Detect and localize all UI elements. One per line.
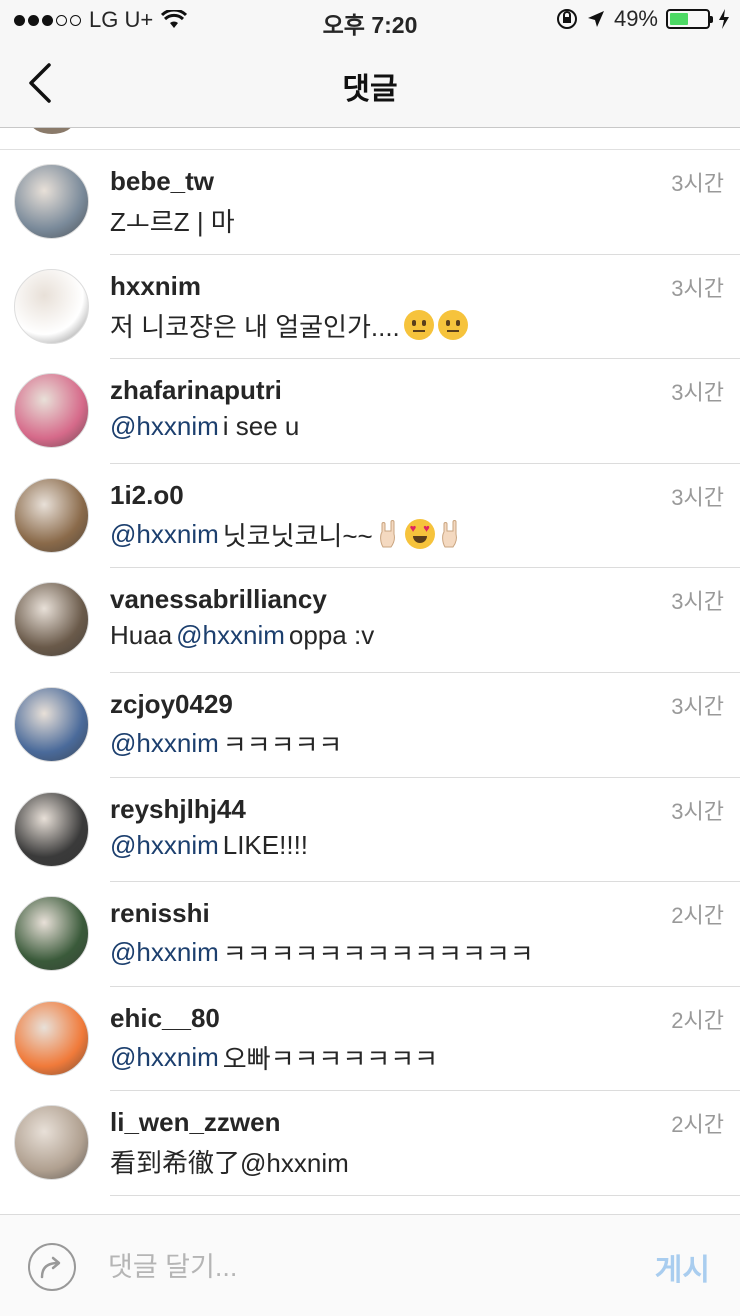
mention-link[interactable]: @hxxnim (110, 1042, 219, 1073)
comment-row[interactable]: bebe_tw 3시간 Zㅗ르Z | 마 (0, 150, 740, 255)
comment-row[interactable]: renisshi 2시간 @hxxnim ㅋㅋㅋㅋㅋㅋㅋㅋㅋㅋㅋㅋㅋ (0, 882, 740, 987)
comment-username[interactable]: bebe_tw (110, 166, 214, 197)
comment-username[interactable]: zcjoy0429 (110, 689, 233, 720)
comment-row[interactable]: vanessabrilliancy 3시간 Huaa @hxxnim oppa :v (0, 568, 740, 673)
comment-username[interactable]: 1i2.o0 (110, 480, 184, 511)
reply-arrow-icon (40, 1256, 61, 1279)
comment-text: 저 니코쟝은 내 얼굴인가.... (110, 307, 468, 344)
avatar[interactable] (14, 1000, 89, 1076)
comment-body: LIKE!!!! (222, 829, 309, 860)
comment-time: 3시간 (671, 380, 724, 406)
comment-body: ㅋㅋㅋㅋㅋ (222, 729, 343, 760)
comment-text: 看到希徹了@hxxnim (110, 1143, 349, 1180)
comment-row[interactable]: zhafarinaputri 3시간 @hxxnim i see u (0, 359, 740, 464)
comment-body: 오빠ㅋㅋㅋㅋㅋㅋㅋ (222, 1043, 439, 1074)
comment-time: 2시간 (671, 1112, 724, 1138)
comment-text: @hxxnim ㅋㅋㅋㅋㅋ (110, 725, 342, 762)
comment-time: 3시간 (671, 693, 724, 719)
row-divider (110, 1194, 740, 1196)
comment-row[interactable]: li_wen_zzwen 2시간 看到希徹了@hxxnim (0, 1091, 740, 1196)
mention-link[interactable]: @hxxnim (110, 937, 219, 968)
avatar[interactable] (14, 373, 89, 449)
comment-time: 2시간 (671, 903, 724, 929)
comment-username[interactable]: renisshi (110, 898, 210, 929)
avatar[interactable] (14, 582, 89, 658)
comment-time: 3시간 (671, 798, 724, 824)
comment-row[interactable]: hxxnim 3시간저 니코쟝은 내 얼굴인가.... (0, 255, 740, 360)
comment-body: ㅋㅋㅋㅋㅋㅋㅋㅋㅋㅋㅋㅋㅋ (222, 939, 534, 970)
comment-text: @hxxnim 닛코닛코니~~ (110, 516, 463, 553)
page-title: 댓글 (342, 73, 398, 106)
comment-text: @hxxnim LIKE!!!! (110, 830, 308, 861)
comment-text: Huaa @hxxnim oppa :v (110, 620, 374, 651)
avatar[interactable] (14, 477, 89, 553)
heart-eyes-icon (404, 519, 435, 550)
neutral-face-icon (437, 310, 468, 341)
comment-time: 2시간 (671, 1007, 724, 1033)
mention-link[interactable]: @hxxnim (110, 411, 219, 442)
avatar[interactable] (14, 791, 89, 867)
comment-username[interactable]: li_wen_zzwen (110, 1107, 281, 1138)
mention-link[interactable]: @hxxnim (110, 519, 219, 550)
location-arrow-icon (587, 11, 604, 27)
mention-link[interactable]: @hxxnim (110, 830, 219, 861)
orientation-lock-icon (556, 9, 577, 29)
comment-row[interactable]: 1i2.o0 3시간 @hxxnim 닛코닛코니~~ (0, 464, 740, 569)
mention-link[interactable]: @hxxnim (110, 728, 219, 759)
battery-icon (666, 9, 713, 29)
comment-compose-bar: 게시 (0, 1214, 740, 1316)
rock-hand-icon (377, 520, 401, 548)
comment-username[interactable]: hxxnim (110, 271, 201, 302)
share-button[interactable] (28, 1243, 76, 1291)
comment-text: @hxxnim i see u (110, 411, 299, 442)
comment-username[interactable]: ehic__80 (110, 1003, 220, 1034)
status-right-group: 49% (556, 6, 730, 32)
rock-hand-icon (439, 520, 463, 548)
avatar[interactable] (14, 686, 89, 762)
avatar (30, 128, 74, 134)
comment-body: 看到希徹了@hxxnim (110, 1148, 349, 1179)
comment-time: 3시간 (671, 275, 724, 301)
comment-body: 저 니코쟝은 내 얼굴인가.... (110, 311, 400, 342)
comment-body: Zㅗ르Z | 마 (110, 207, 235, 237)
comment-row[interactable]: ehic__80 2시간 @hxxnim 오빠ㅋㅋㅋㅋㅋㅋㅋ (0, 987, 740, 1092)
battery-percent: 49% (613, 6, 658, 31)
comment-time: 3시간 (671, 171, 724, 196)
status-bar: LG U+ 오후 7:20 49% (0, 0, 740, 40)
avatar[interactable] (14, 1105, 89, 1181)
battery-fill (670, 13, 688, 25)
partial-list-item (0, 128, 740, 150)
comment-text: Zㅗ르Z | 마 (110, 202, 235, 239)
comment-username[interactable]: reyshjlhj44 (110, 794, 246, 825)
avatar[interactable] (14, 164, 89, 239)
comment-body-prefix: Huaa (110, 620, 173, 651)
avatar[interactable] (14, 268, 89, 344)
comment-rows: bebe_tw 3시간 Zㅗ르Z | 마 hxxnim 3시간 저 니코쟝은 내 얼굴인가… (0, 150, 740, 1196)
comment-text: @hxxnim 오빠ㅋㅋㅋㅋㅋㅋㅋ (110, 1039, 438, 1076)
post-button[interactable]: 게시 (655, 1245, 710, 1289)
comment-time: 3시간 (671, 589, 724, 615)
comment-username[interactable]: vanessabrilliancy (110, 584, 327, 615)
comment-body: i see u (222, 411, 300, 442)
nav-bar: 댓글 (0, 40, 740, 128)
comment-body: 닛코닛코니~~ (222, 520, 373, 551)
neutral-face-icon (403, 310, 434, 341)
comment-username[interactable]: zhafarinaputri (110, 375, 282, 406)
comment-text: @hxxnim ㅋㅋㅋㅋㅋㅋㅋㅋㅋㅋㅋㅋㅋ (110, 934, 534, 971)
comment-time: 3시간 (671, 484, 724, 510)
comment-row[interactable]: reyshjlhj44 3시간 @hxxnim LIKE!!!! (0, 778, 740, 883)
comment-input[interactable] (108, 1243, 628, 1291)
avatar[interactable] (14, 896, 89, 972)
comment-row[interactable]: zcjoy0429 3시간 @hxxnim ㅋㅋㅋㅋㅋ (0, 673, 740, 778)
mention-link[interactable]: @hxxnim (176, 620, 285, 651)
comment-body: oppa :v (288, 620, 375, 651)
comment-list[interactable]: bebe_tw 3시간 Zㅗ르Z | 마 hxxnim 3시간 저 니코쟝은 내 얼굴인가… (0, 128, 740, 1214)
charging-bolt-icon (719, 9, 729, 29)
